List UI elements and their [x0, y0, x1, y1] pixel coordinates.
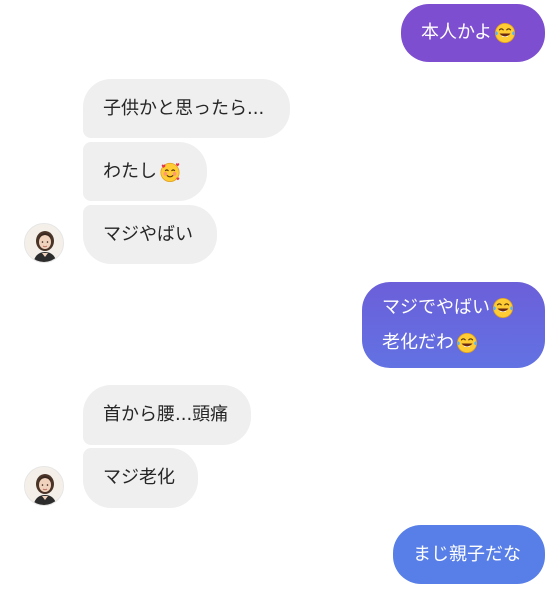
message-text: 首から腰...頭痛 — [103, 404, 229, 425]
incoming-message-bubble[interactable]: 首から腰...頭痛 — [83, 385, 251, 445]
face-with-tears-of-joy-icon — [492, 297, 514, 319]
message-line: 老化だわ — [382, 325, 478, 360]
profile-photo — [25, 467, 64, 506]
incoming-message-bubble[interactable]: マジやばい — [83, 205, 217, 264]
outgoing-message-bubble[interactable]: 本人かよ — [401, 4, 545, 62]
message-text: わたし — [103, 160, 157, 182]
incoming-message-bubble[interactable]: 子供かと思ったら... — [83, 79, 290, 138]
avatar[interactable] — [24, 223, 64, 263]
face-with-tears-of-joy-icon — [456, 332, 478, 354]
message-text: まじ親子だな — [413, 543, 521, 565]
outgoing-message-bubble[interactable]: マジでやばい 老化だわ — [362, 282, 545, 368]
message-text: 本人かよ — [421, 22, 493, 43]
outgoing-message-bubble[interactable]: まじ親子だな — [393, 525, 545, 584]
profile-photo — [25, 224, 64, 263]
message-line: マジでやばい — [382, 290, 514, 325]
message-text: マジ老化 — [103, 467, 175, 488]
avatar[interactable] — [24, 466, 64, 506]
message-text: マジでやばい — [382, 296, 490, 318]
incoming-message-bubble[interactable]: マジ老化 — [83, 448, 198, 508]
face-with-tears-of-joy-icon — [494, 22, 516, 44]
message-text: マジやばい — [103, 223, 193, 245]
message-text: 子供かと思ったら... — [103, 97, 265, 119]
message-text: 老化だわ — [382, 331, 454, 353]
incoming-message-bubble[interactable]: わたし — [83, 142, 207, 201]
smiling-face-with-hearts-icon — [159, 161, 181, 183]
